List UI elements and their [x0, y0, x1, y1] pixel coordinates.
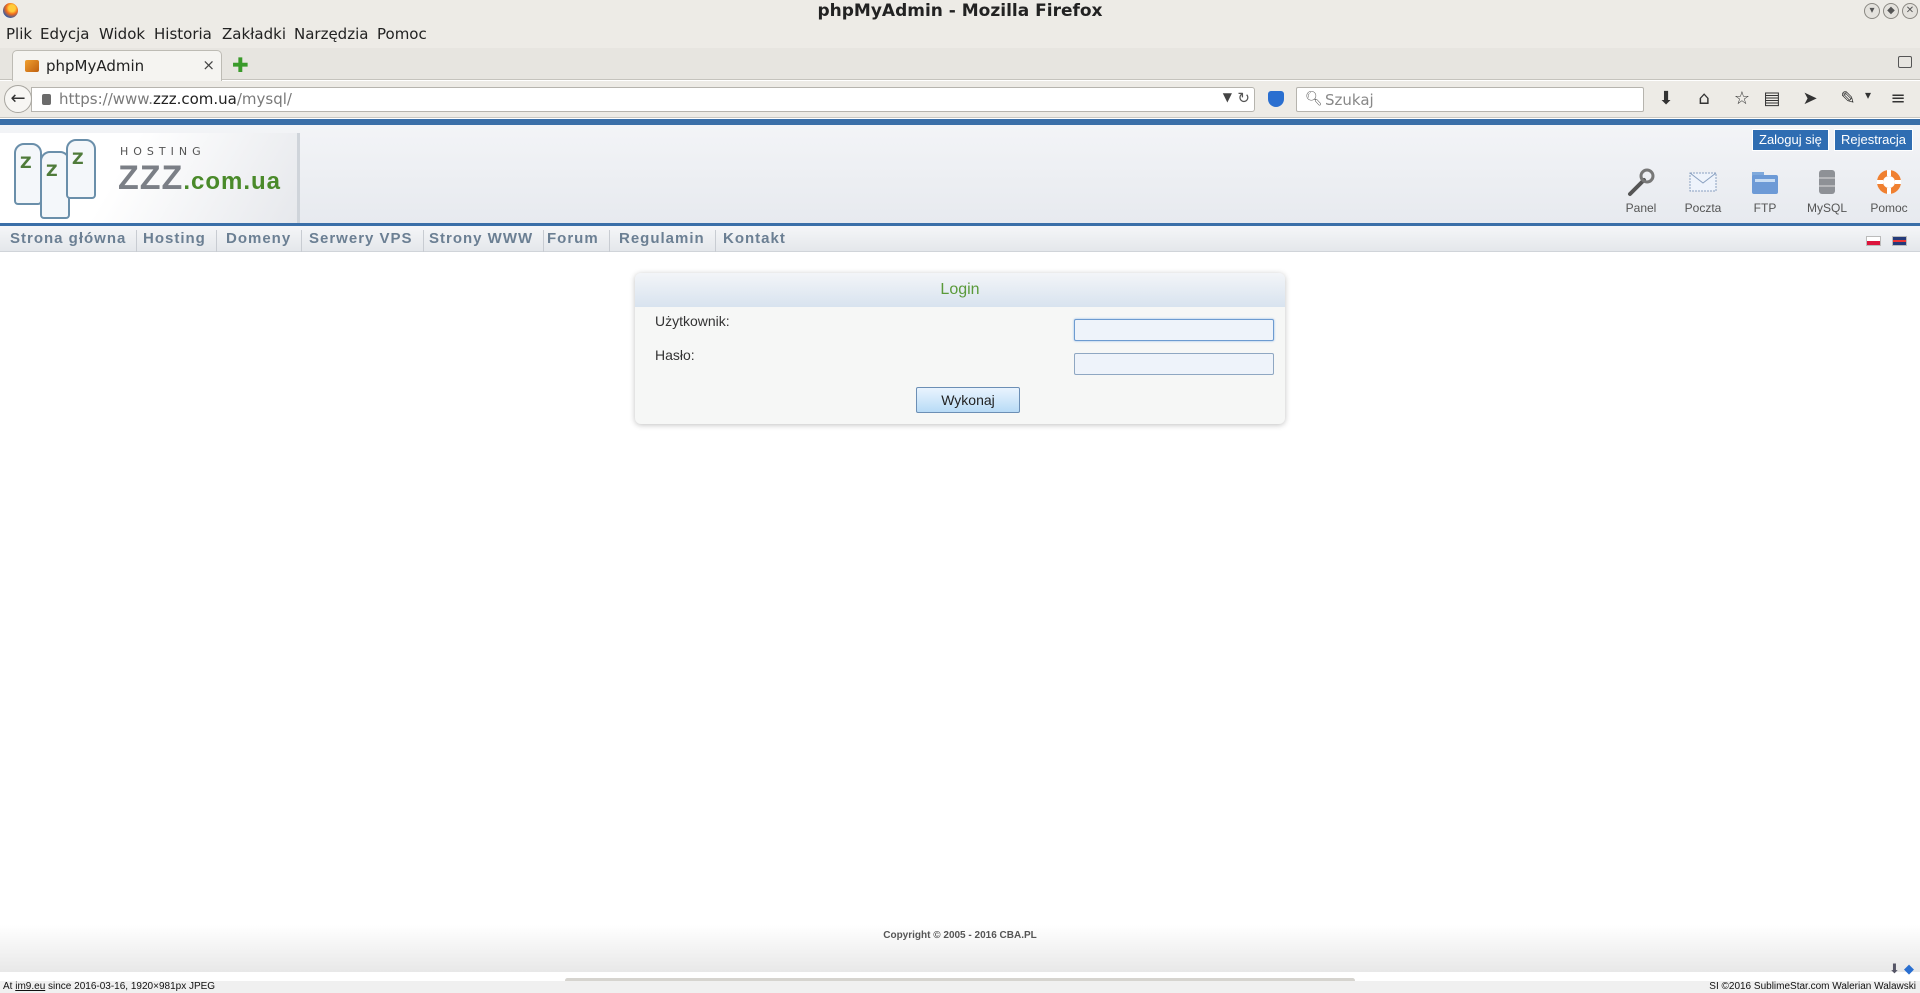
submit-button[interactable]: Wykonaj	[916, 387, 1020, 413]
nav-forum[interactable]: Forum	[537, 230, 610, 252]
lifebuoy-icon	[1877, 170, 1901, 194]
back-button[interactable]: ←	[4, 85, 32, 113]
header-panel-link[interactable]: Panel	[1611, 167, 1671, 217]
menu-narzedzia[interactable]: Narzędzia	[294, 25, 368, 43]
folder-icon	[1752, 172, 1778, 194]
navigation-bar: https://www.zzz.com.ua/mysql/ ▼ ↻ ← 🔍︎ ⬇…	[0, 81, 1920, 118]
firefox-icon	[3, 3, 18, 18]
pocket-icon[interactable]	[1268, 91, 1284, 107]
url-bar[interactable]: https://www.zzz.com.ua/mysql/ ▼ ↻	[31, 87, 1255, 112]
copyright-text: Copyright © 2005 - 2016 CBA.PL	[883, 930, 1037, 941]
header-icon-label: Pomoc	[1870, 201, 1908, 215]
password-label: Hasło:	[655, 347, 695, 363]
menu-plik[interactable]: Plik	[6, 25, 32, 43]
site-header: Z Z Z HOSTING ZZZ.com.ua Zaloguj się Rej…	[0, 119, 1920, 225]
logo-hosting-text: HOSTING	[120, 145, 206, 158]
search-bar[interactable]: 🔍︎	[1296, 87, 1644, 112]
database-icon	[1819, 170, 1835, 194]
search-icon: 🔍︎	[1305, 91, 1323, 107]
header-ftp-link[interactable]: FTP	[1735, 167, 1795, 217]
menu-pomoc[interactable]: Pomoc	[377, 25, 427, 43]
window-title: phpMyAdmin - Mozilla Firefox	[817, 1, 1103, 21]
header-mysql-link[interactable]: MySQL	[1797, 167, 1857, 217]
password-field[interactable]	[1074, 353, 1274, 375]
tab-groups-icon[interactable]	[1898, 56, 1912, 68]
url-text[interactable]: https://www.zzz.com.ua/mysql/	[59, 90, 292, 108]
phpmyadmin-favicon-icon	[25, 60, 39, 72]
header-pomoc-link[interactable]: Pomoc	[1859, 167, 1919, 217]
send-icon[interactable]: ➤	[1798, 88, 1822, 109]
downloads-icon[interactable]: ⬇	[1654, 88, 1678, 109]
nav-serwery-vps[interactable]: Serwery VPS	[299, 230, 424, 252]
maximize-icon[interactable]: ◆	[1883, 3, 1899, 19]
new-tab-icon[interactable]: ✚	[232, 53, 249, 77]
wrench-icon	[1628, 168, 1655, 196]
search-input[interactable]	[1323, 89, 1633, 110]
menu-zakladki[interactable]: Zakładki	[222, 25, 286, 43]
extension-dropdown-icon[interactable]: ▾	[1856, 88, 1880, 102]
header-icon-label: MySQL	[1806, 201, 1847, 215]
login-panel: Login Użytkownik: Hasło: Wykonaj	[635, 273, 1285, 424]
header-icon-label: Poczta	[1684, 201, 1722, 215]
username-label: Użytkownik:	[655, 313, 730, 329]
tab-close-icon[interactable]: ×	[202, 56, 215, 74]
home-icon[interactable]: ⌂	[1692, 88, 1716, 109]
logo-figure-icon: Z	[66, 139, 96, 199]
image-caption: At im9.eu since 2016-03-16, 1920×981px J…	[0, 981, 1920, 993]
caption-left: At im9.eu since 2016-03-16, 1920×981px J…	[3, 981, 215, 993]
flag-pl-icon[interactable]	[1866, 236, 1881, 246]
logo-brand-main: ZZZ	[118, 159, 184, 197]
back-arrow-icon: ←	[10, 88, 26, 109]
logo-brand-suffix: .com.ua	[183, 168, 282, 195]
tab-strip: phpMyAdmin × ✚	[0, 48, 1920, 81]
tab-title: phpMyAdmin	[46, 57, 145, 75]
bookmark-star-icon[interactable]: ☆	[1730, 88, 1754, 109]
menu-bar: Plik Edycja Widok Historia Zakładki Narz…	[0, 22, 1920, 48]
mail-icon	[1689, 172, 1717, 192]
flag-en-icon[interactable]	[1892, 236, 1907, 246]
menu-edycja[interactable]: Edycja	[40, 25, 89, 43]
bookmarks-list-icon[interactable]: ▤	[1760, 88, 1784, 109]
minimize-icon[interactable]: ▾	[1864, 3, 1880, 19]
site-login-button[interactable]: Zaloguj się	[1752, 129, 1829, 151]
url-history-dropdown-icon[interactable]: ▼	[1223, 90, 1232, 104]
lock-icon[interactable]	[42, 94, 51, 105]
close-window-icon[interactable]: ✕	[1902, 3, 1918, 19]
reload-icon[interactable]: ↻	[1237, 89, 1250, 107]
site-nav: Strona główna Hosting Domeny Serwery VPS…	[0, 223, 1920, 252]
username-field[interactable]	[1074, 319, 1274, 341]
login-title: Login	[635, 273, 1285, 307]
logo-figure-icon: Z	[14, 143, 42, 205]
menu-widok[interactable]: Widok	[99, 25, 145, 43]
logo-brand-text: ZZZ.com.ua	[118, 159, 281, 198]
site-register-button[interactable]: Rejestracja	[1834, 129, 1914, 151]
download-status-icon[interactable]: ⬇	[1889, 962, 1900, 977]
header-icon-label: Panel	[1625, 201, 1657, 215]
url-domain: zzz.com.ua	[152, 90, 237, 108]
nav-strona-glowna[interactable]: Strona główna	[0, 230, 138, 252]
nav-kontakt[interactable]: Kontakt	[713, 230, 796, 252]
menu-historia[interactable]: Historia	[154, 25, 212, 43]
nav-hosting[interactable]: Hosting	[133, 230, 217, 252]
nav-strony-www[interactable]: Strony WWW	[419, 230, 545, 252]
nav-regulamin[interactable]: Regulamin	[609, 230, 716, 252]
url-prefix: https://www.	[59, 90, 153, 108]
caption-site-link[interactable]: im9.eu	[15, 981, 45, 992]
status-icons: ⬇ ◆	[1889, 962, 1914, 977]
header-icon-label: FTP	[1753, 201, 1777, 215]
header-poczta-link[interactable]: Poczta	[1673, 167, 1733, 217]
site-logo[interactable]: Z Z Z HOSTING ZZZ.com.ua	[0, 133, 300, 225]
url-path: /mysql/	[236, 90, 292, 108]
window-titlebar: phpMyAdmin - Mozilla Firefox ▾ ◆ ✕	[0, 0, 1920, 22]
hamburger-menu-icon[interactable]: ≡	[1886, 88, 1910, 109]
caption-rest: since 2016-03-16, 1920×981px JPEG	[45, 981, 216, 992]
caption-prefix: At	[3, 981, 16, 992]
page-footer: Copyright © 2005 - 2016 CBA.PL	[0, 925, 1920, 972]
caption-right: SI ©2016 SublimeStar.com Walerian Walaws…	[1709, 981, 1916, 992]
pocket-status-icon[interactable]: ◆	[1904, 962, 1914, 977]
nav-domeny[interactable]: Domeny	[216, 230, 303, 252]
tab-phpmyadmin[interactable]: phpMyAdmin ×	[12, 50, 222, 81]
